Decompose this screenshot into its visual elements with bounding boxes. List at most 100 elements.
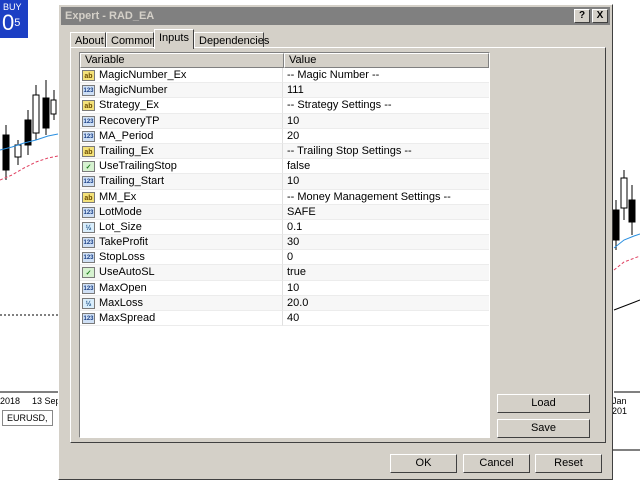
buy-price-box[interactable]: BUY 05: [0, 0, 28, 38]
variable-name-cell: ✓ UseAutoSL: [80, 265, 283, 281]
time-axis-label: 2018: [0, 396, 21, 406]
type-num-icon: 123: [82, 252, 95, 264]
variable-name-cell: ab Strategy_Ex: [80, 98, 283, 114]
table-rows: ab MagicNumber_Ex -- Magic Number -- 123 Mag…: [80, 68, 489, 327]
variable-value-cell[interactable]: false: [283, 159, 489, 175]
load-button[interactable]: Load: [497, 394, 590, 413]
variable-name: MA_Period: [99, 129, 154, 142]
ok-button[interactable]: OK: [390, 454, 457, 473]
table-row[interactable]: ✓ UseAutoSL true: [80, 265, 489, 281]
variable-value-cell[interactable]: -- Trailing Stop Settings --: [283, 144, 489, 160]
reset-button[interactable]: Reset: [535, 454, 602, 473]
table-row[interactable]: 123 MagicNumber 111: [80, 83, 489, 99]
variable-name: StopLoss: [99, 251, 145, 264]
tab-common[interactable]: Common: [106, 32, 156, 48]
variable-name-cell: ½ MaxLoss: [80, 295, 283, 311]
variable-value-cell[interactable]: 30: [283, 235, 489, 251]
variable-value-cell[interactable]: -- Strategy Settings --: [283, 98, 489, 114]
variable-value-cell[interactable]: 10: [283, 114, 489, 129]
tab-inputs[interactable]: Inputs: [154, 29, 194, 49]
variable-value-cell[interactable]: 20: [283, 129, 489, 144]
expert-dialog: Expert - RAD_EA ? X About Common Inputs …: [58, 4, 613, 480]
type-num-icon: 123: [82, 130, 95, 142]
table-row[interactable]: ✓ UseTrailingStop false: [80, 159, 489, 175]
variable-name-cell: ½ Lot_Size: [80, 219, 283, 236]
dialog-title: Expert - RAD_EA: [65, 10, 155, 22]
close-button[interactable]: X: [592, 9, 608, 23]
table-row[interactable]: ab MM_Ex -- Money Management Settings --: [80, 189, 489, 205]
variable-name-cell: ab MagicNumber_Ex: [80, 68, 283, 84]
variable-value-cell[interactable]: true: [283, 265, 489, 281]
table-row[interactable]: ab MagicNumber_Ex -- Magic Number --: [80, 68, 489, 84]
table-row[interactable]: 123 TakeProfit 30: [80, 235, 489, 251]
variable-value-cell[interactable]: 0.1: [283, 220, 489, 236]
table-row[interactable]: 123 RecoveryTP 10: [80, 113, 489, 129]
variable-value-cell[interactable]: SAFE: [283, 205, 489, 220]
variable-name-cell: ab MM_Ex: [80, 189, 283, 205]
type-bool-icon: ✓: [82, 267, 95, 279]
cancel-button[interactable]: Cancel: [463, 454, 530, 473]
dialog-titlebar[interactable]: Expert - RAD_EA ? X: [61, 7, 610, 25]
table-row[interactable]: ½ MaxLoss 20.0: [80, 295, 489, 311]
variable-name: RecoveryTP: [99, 114, 160, 127]
save-button[interactable]: Save: [497, 419, 590, 438]
variable-value-cell[interactable]: -- Magic Number --: [283, 68, 489, 84]
type-num-icon: 123: [82, 85, 95, 97]
column-header-variable[interactable]: Variable: [80, 53, 284, 68]
table-row[interactable]: 123 LotMode SAFE: [80, 204, 489, 220]
variable-value-cell[interactable]: -- Money Management Settings --: [283, 190, 489, 205]
variable-name-cell: 123 MA_Period: [80, 128, 283, 144]
variable-name-cell: 123 MaxSpread: [80, 311, 283, 327]
type-ab-icon: ab: [82, 191, 95, 203]
table-row[interactable]: 123 MaxSpread 40: [80, 311, 489, 327]
tab-dependencies[interactable]: Dependencies: [194, 32, 269, 48]
variable-name: MagicNumber_Ex: [99, 69, 187, 81]
table-row[interactable]: 123 MaxOpen 10: [80, 280, 489, 296]
table-row[interactable]: 123 Trailing_Start 10: [80, 174, 489, 190]
table-row[interactable]: ½ Lot_Size 0.1: [80, 219, 489, 236]
variable-name-cell: 123 Trailing_Start: [80, 174, 283, 190]
column-header-value[interactable]: Value: [284, 53, 489, 68]
time-axis-label: Jan 201: [612, 396, 628, 416]
buy-price-sup: 5: [14, 17, 21, 29]
type-ab-icon: ab: [82, 100, 95, 112]
variable-value-cell[interactable]: 10: [283, 281, 489, 296]
variable-value-cell[interactable]: 20.0: [283, 296, 489, 311]
type-ab-icon: ab: [82, 70, 95, 81]
table-row[interactable]: ab Strategy_Ex -- Strategy Settings --: [80, 98, 489, 114]
type-num-icon: 123: [82, 206, 95, 218]
table-row[interactable]: ab Trailing_Ex -- Trailing Stop Settings -…: [80, 143, 489, 160]
variable-name: UseTrailingStop: [99, 160, 177, 173]
variable-name-cell: 123 LotMode: [80, 204, 283, 220]
variable-value-cell[interactable]: 0: [283, 250, 489, 266]
type-dbl-icon: ½: [82, 297, 95, 309]
chart-symbol-tab[interactable]: EURUSD,: [2, 410, 53, 426]
variable-name: UseAutoSL: [99, 266, 155, 279]
tab-about[interactable]: About: [70, 32, 106, 48]
variable-value-cell[interactable]: 40: [283, 311, 489, 327]
variable-name-cell: 123 RecoveryTP: [80, 113, 283, 129]
type-ab-icon: ab: [82, 145, 95, 157]
type-num-icon: 123: [82, 282, 95, 294]
variable-value-cell[interactable]: 111: [283, 83, 489, 99]
help-button[interactable]: ?: [574, 9, 590, 23]
variable-name-cell: 123 StopLoss: [80, 250, 283, 266]
variable-name: MaxLoss: [99, 296, 144, 309]
variable-name: MM_Ex: [99, 190, 137, 203]
variable-name: MaxSpread: [99, 312, 156, 324]
variable-name: Lot_Size: [99, 220, 142, 233]
type-num-icon: 123: [82, 176, 95, 188]
type-num-icon: 123: [82, 115, 95, 127]
variable-name: TakeProfit: [99, 236, 148, 249]
type-dbl-icon: ½: [82, 221, 95, 233]
type-num-icon: 123: [82, 237, 95, 249]
type-bool-icon: ✓: [82, 161, 95, 173]
table-row[interactable]: 123 StopLoss 0: [80, 250, 489, 266]
variable-name: Trailing_Ex: [99, 144, 154, 157]
variable-name: LotMode: [99, 205, 142, 218]
buy-price-big: 0: [2, 10, 15, 35]
table-row[interactable]: 123 MA_Period 20: [80, 128, 489, 144]
variable-value-cell[interactable]: 10: [283, 174, 489, 190]
type-num-icon: 123: [82, 313, 95, 324]
inputs-table: Variable Value ab MagicNumber_Ex -- Magic …: [79, 52, 490, 438]
